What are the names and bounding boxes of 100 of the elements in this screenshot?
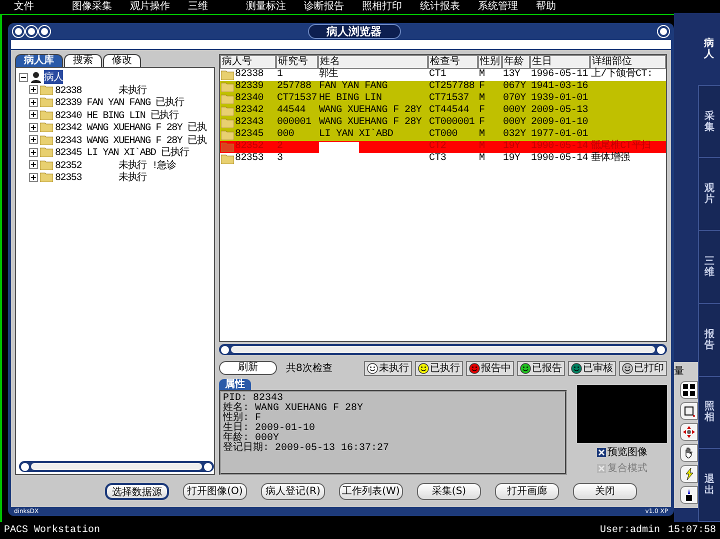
table-cell: CT44544 (428, 105, 478, 117)
menu-item[interactable]: 测量标注 (246, 0, 304, 13)
user-label: User:admin (600, 525, 660, 536)
tool-button[interactable] (680, 465, 698, 483)
column-header[interactable]: 检查号 (428, 55, 478, 69)
dialog-button[interactable]: 病人登记(R) (261, 482, 325, 500)
nav-tab[interactable]: 退出 (698, 449, 720, 522)
window-control-icon[interactable] (26, 26, 37, 36)
collapse-icon[interactable] (19, 72, 28, 82)
refresh-button[interactable]: 刷新 (219, 361, 277, 375)
expand-icon[interactable] (29, 85, 38, 94)
folder-icon (40, 134, 53, 145)
dialog-button[interactable]: 打开画廊 (495, 482, 559, 500)
tool-button[interactable] (680, 444, 698, 462)
scrollbar[interactable] (219, 344, 667, 355)
lightning-icon (683, 468, 695, 480)
nav-tab[interactable]: 采集 (698, 86, 720, 158)
tool-button[interactable] (680, 402, 698, 420)
menu-item[interactable]: 图像采集 (72, 0, 130, 13)
menu-item[interactable]: 文件 (14, 0, 72, 13)
tree-item[interactable]: 82339 FAN YAN FANG 已执行 (55, 95, 184, 110)
dialog-button[interactable]: 关闭 (573, 482, 637, 500)
table-cell: FAN YAN FANG (318, 81, 428, 93)
expand-icon[interactable] (29, 98, 38, 107)
column-header[interactable]: 研究号 (276, 55, 318, 69)
tab[interactable]: 搜索 (64, 54, 102, 67)
expand-icon[interactable] (29, 172, 38, 182)
expand-icon[interactable] (29, 110, 38, 120)
tree-item[interactable]: 82340 HE BING LIN 已执行 (55, 108, 178, 122)
tree-item[interactable]: 82352 未执行 !急诊 (55, 158, 176, 172)
status-filter-button[interactable]: 报告中 (466, 360, 514, 376)
column-header[interactable]: 详细部位 (590, 55, 666, 69)
table-cell: F (478, 81, 502, 93)
folder-icon (40, 84, 53, 95)
tool-button[interactable] (680, 381, 698, 399)
table-cell: WANG XUEHANG F 28Y (318, 105, 428, 117)
status-filter-button[interactable]: 已执行 (415, 360, 463, 376)
dialog-button[interactable]: 工作列表(W) (339, 482, 403, 500)
menu-item[interactable]: 帮助 (536, 0, 594, 13)
folder-icon (40, 160, 53, 170)
table-cell: 82345 (220, 129, 276, 141)
menu-item[interactable]: 观片操作 (130, 0, 188, 13)
window-control-icon[interactable] (13, 26, 24, 36)
nav-tab[interactable]: 观片 (698, 158, 720, 232)
tree-item[interactable]: 82343 WANG XUEHANG F 28Y 已执 (55, 132, 206, 147)
table-cell: 82343 (220, 117, 276, 129)
window-control-icon[interactable] (39, 26, 50, 36)
tool-button[interactable] (680, 486, 698, 504)
tree-item[interactable]: 病人 (44, 70, 63, 84)
table-cell: 19Y (502, 141, 530, 153)
menu-item[interactable]: 系统管理 (478, 0, 536, 13)
clock-time: 15:07:58 (668, 525, 716, 536)
tab[interactable]: 属性 (219, 379, 251, 390)
folder-icon (40, 110, 53, 120)
panel-title: 量 (674, 365, 684, 378)
table-cell: WANG XUEHANG F 28Y (318, 117, 428, 129)
status-filter-button[interactable]: 未执行 (364, 360, 412, 376)
table-cell: 2 (276, 141, 318, 153)
tab[interactable]: 修改 (103, 54, 141, 67)
tree-item[interactable]: 82353 未执行 (55, 170, 147, 184)
column-header[interactable]: 姓名 (318, 55, 428, 69)
menu-item[interactable]: 三维 (188, 0, 246, 13)
menu-item[interactable]: 统计报表 (420, 0, 478, 13)
hand-icon (683, 447, 695, 459)
table-cell: CT2 (428, 141, 478, 153)
tree-item[interactable]: 82345 LI YAN XI`ABD 已执行 (55, 145, 189, 160)
expand-icon[interactable] (29, 122, 38, 132)
nav-tab[interactable]: 三维 (698, 231, 720, 304)
expand-icon[interactable] (29, 135, 38, 144)
table-cell: CT000 (428, 129, 478, 141)
tree-item[interactable]: 82342 WANG XUEHANG F 28Y 已执 (55, 120, 206, 134)
nav-tab[interactable]: 报告 (698, 304, 720, 377)
dialog-button[interactable]: 打开图像(O) (183, 482, 247, 500)
table-cell: F (478, 105, 502, 117)
person-icon (30, 71, 42, 84)
expand-icon[interactable] (29, 148, 38, 157)
expand-icon[interactable] (29, 160, 38, 170)
column-header[interactable]: 生日 (530, 55, 590, 69)
tree-item[interactable]: 82338 未执行 (55, 82, 147, 97)
column-header[interactable]: 性别 (478, 55, 502, 69)
table-cell: 000Y (502, 105, 530, 117)
tab[interactable]: 病人库 (15, 54, 63, 67)
dialog-button[interactable]: 选择数据源 (105, 482, 169, 500)
move-icon (683, 426, 695, 438)
status-filter-button[interactable]: 已审核 (568, 360, 616, 376)
table-cell: CT000001 (428, 117, 478, 129)
edit-field[interactable] (319, 142, 359, 152)
menu-item[interactable]: 照相打印 (362, 0, 420, 13)
column-header[interactable]: 年龄 (502, 55, 530, 69)
column-header[interactable]: 病人号 (220, 55, 276, 69)
nav-tab[interactable]: 照相 (698, 376, 720, 450)
dialog-button[interactable]: 采集(S) (417, 482, 481, 500)
table-cell: M (478, 129, 502, 141)
table-cell: 82342 (220, 105, 276, 117)
status-filter-button[interactable]: 已报告 (517, 360, 565, 376)
status-filter-button[interactable]: 已打印 (619, 360, 667, 376)
app-name: PACS Workstation (4, 525, 100, 536)
window-title: 病人浏览器 (308, 24, 400, 38)
menu-item[interactable]: 诊断报告 (304, 0, 362, 13)
scrollbar[interactable] (19, 461, 214, 472)
